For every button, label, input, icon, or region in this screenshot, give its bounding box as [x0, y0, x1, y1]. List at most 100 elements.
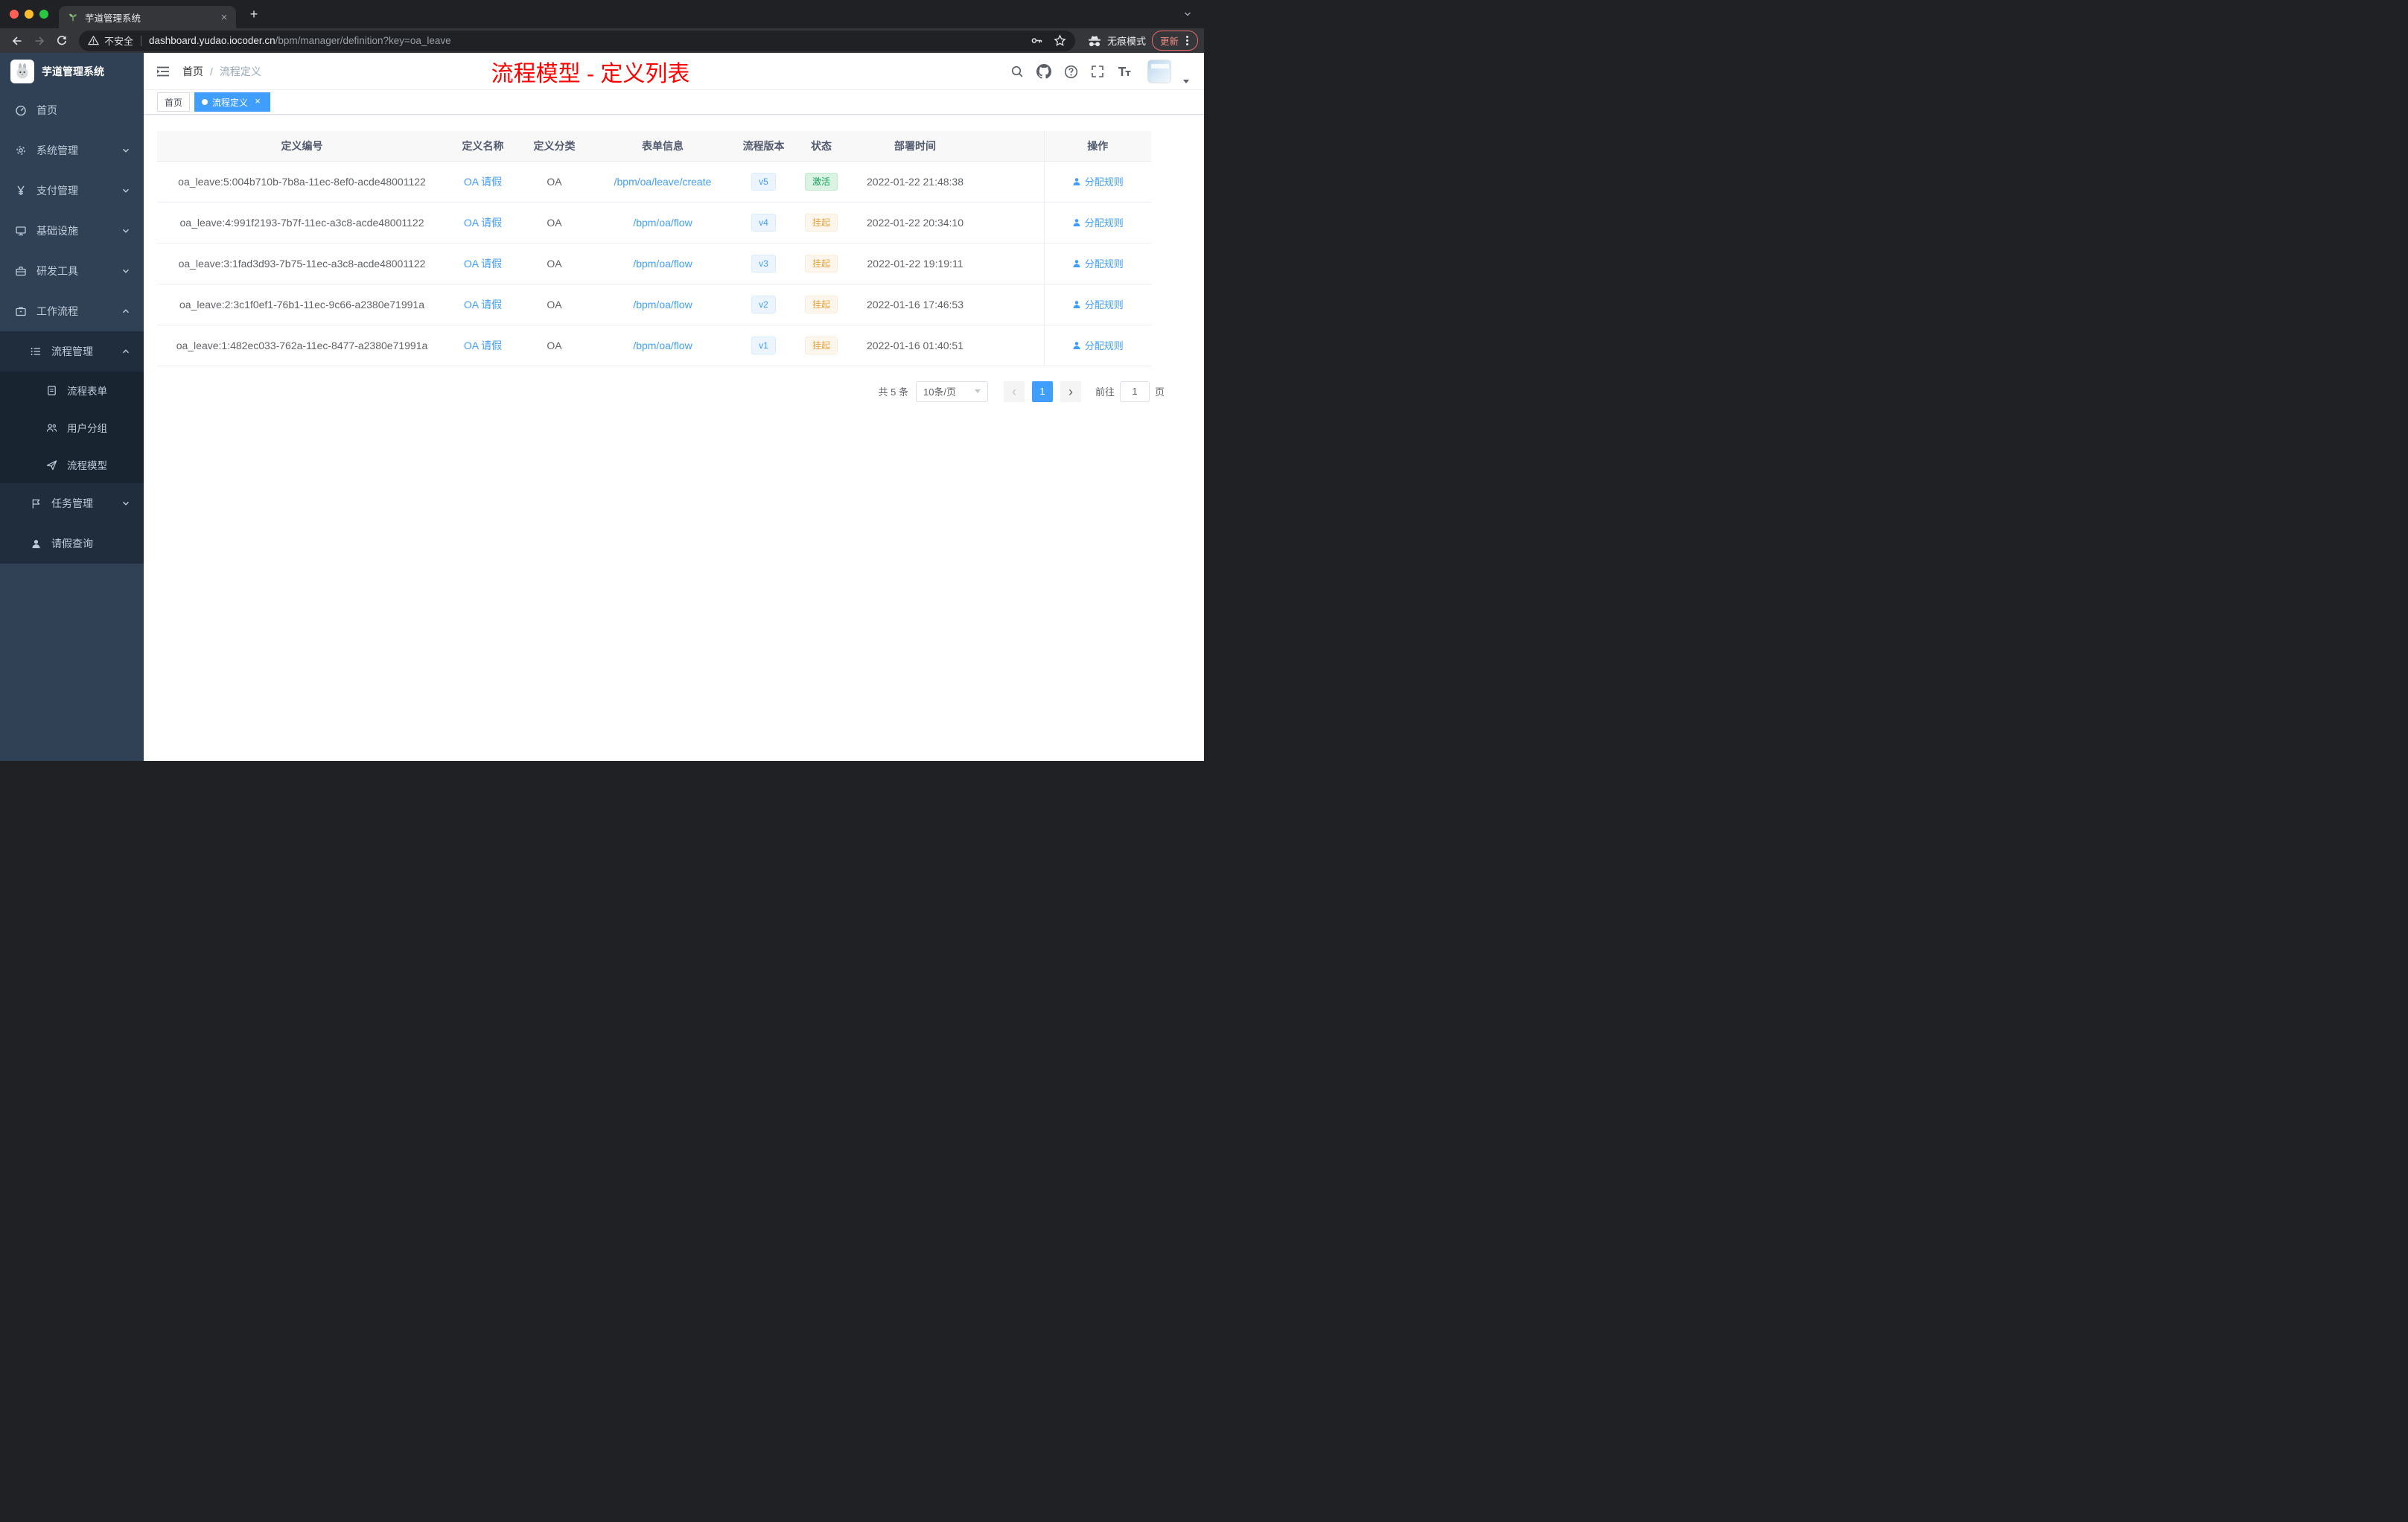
user-avatar[interactable] [1147, 60, 1171, 83]
cell-deploy-time: 2022-01-16 01:40:51 [851, 325, 979, 366]
cell-definition-id: oa_leave:3:1fad3d93-7b75-11ec-a3c8-acde4… [157, 243, 447, 284]
sidebar-item-task-mgmt[interactable]: 任务管理 [0, 483, 144, 523]
sidebar-fold-button[interactable] [156, 65, 171, 78]
person-icon [1073, 341, 1080, 349]
person-icon [1073, 177, 1080, 185]
next-page-button[interactable] [1060, 380, 1081, 402]
browser-menu-icon[interactable] [1186, 39, 1188, 42]
search-icon[interactable] [1009, 63, 1025, 80]
reload-button[interactable] [51, 31, 73, 51]
forward-button[interactable] [28, 31, 51, 51]
form-link[interactable]: /bpm/oa/leave/create [614, 176, 712, 188]
address-bar[interactable]: 不安全 dashboard.yudao.iocoder.cn/bpm/manag… [79, 30, 1075, 51]
definition-name-link[interactable]: OA 请假 [464, 299, 502, 311]
sidebar-logo-row[interactable]: 芋道管理系统 [0, 53, 144, 90]
page-number-button[interactable]: 1 [1031, 380, 1053, 402]
col-header-category: 定义分类 [519, 131, 590, 162]
status-badge: 挂起 [804, 254, 838, 273]
definition-name-link[interactable]: OA 请假 [464, 176, 502, 188]
window-minimize-button[interactable] [25, 10, 34, 19]
sidebar-item-process-mgmt[interactable]: 流程管理 [0, 331, 144, 372]
status-badge: 挂起 [804, 295, 838, 313]
form-link[interactable]: /bpm/oa/flow [633, 299, 692, 311]
breadcrumb-home[interactable]: 首页 [182, 64, 203, 79]
definition-name-link[interactable]: OA 请假 [464, 258, 502, 270]
github-icon[interactable] [1036, 63, 1052, 80]
avatar-caret-icon[interactable] [1183, 79, 1189, 83]
form-link[interactable]: /bpm/oa/flow [633, 258, 692, 270]
yen-icon [15, 185, 27, 197]
cell-category: OA [519, 325, 590, 366]
chevron-down-icon [121, 499, 130, 508]
assign-rule-link[interactable]: 分配规则 [1072, 338, 1124, 352]
col-header-name: 定义名称 [447, 131, 519, 162]
sidebar-item-user-group[interactable]: 用户分组 [0, 409, 144, 446]
assign-rule-link[interactable]: 分配规则 [1072, 256, 1124, 270]
cell-definition-id: oa_leave:1:482ec033-762a-11ec-8477-a2380… [157, 325, 447, 366]
fullscreen-icon[interactable] [1089, 63, 1106, 80]
cell-category: OA [519, 161, 590, 203]
bookmark-star-icon[interactable] [1054, 34, 1066, 47]
sidebar-item-payment-mgmt[interactable]: 支付管理 [0, 171, 144, 211]
tab-close-icon[interactable] [218, 11, 230, 24]
browser-tab[interactable]: 芋道管理系统 [59, 6, 236, 28]
table-filler-cell [979, 284, 1044, 325]
window-close-button[interactable] [10, 10, 19, 19]
back-button[interactable] [6, 31, 28, 51]
version-tag: v3 [751, 254, 776, 273]
favicon [67, 11, 79, 23]
window-zoom-button[interactable] [39, 10, 48, 19]
version-tag: v4 [751, 213, 776, 232]
status-badge: 挂起 [804, 336, 838, 354]
page-size-select[interactable]: 10条/页 [915, 380, 988, 402]
version-tag: v1 [751, 336, 776, 354]
sidebar-item-label: 研发工具 [36, 265, 78, 277]
main: 首页 流程定义 流程模型 - 定义列表 [144, 53, 1204, 761]
tag-close-icon[interactable] [252, 97, 263, 107]
app: 芋道管理系统 首页 系统管理 支付管理 基础设施 研发工具 工作流程 流程管理 … [0, 53, 1204, 761]
workflow-submenu: 流程管理 流程表单 用户分组 流程模型 任务管理 请假查询 [0, 331, 144, 564]
chevron-up-icon [121, 307, 130, 316]
new-tab-button[interactable] [243, 7, 264, 22]
sidebar-item-system-mgmt[interactable]: 系统管理 [0, 130, 144, 171]
assign-rule-link[interactable]: 分配规则 [1072, 215, 1124, 229]
password-key-icon[interactable] [1031, 34, 1043, 47]
goto-page-input[interactable] [1119, 380, 1150, 402]
sidebar-item-home[interactable]: 首页 [0, 90, 144, 130]
person-icon [1073, 218, 1080, 226]
help-icon[interactable] [1063, 63, 1079, 80]
sidebar-item-label: 流程模型 [67, 460, 107, 471]
definition-table: 定义编号 定义名称 定义分类 表单信息 流程版本 状态 部署时间 操作 oa_l… [157, 131, 1151, 366]
col-header-deploy-time: 部署时间 [851, 131, 979, 162]
sidebar-item-process-form[interactable]: 流程表单 [0, 372, 144, 409]
tag-process-definition[interactable]: 流程定义 [194, 92, 271, 112]
definition-name-link[interactable]: OA 请假 [464, 340, 502, 351]
version-tag: v5 [751, 172, 776, 191]
browser-tabstrip: 芋道管理系统 [0, 0, 1204, 28]
form-link[interactable]: /bpm/oa/flow [633, 217, 692, 229]
form-link[interactable]: /bpm/oa/flow [633, 340, 692, 351]
prev-page-button[interactable] [1003, 380, 1025, 402]
col-header-id: 定义编号 [157, 131, 447, 162]
incognito-badge: 无痕模式 [1087, 34, 1146, 48]
sidebar: 芋道管理系统 首页 系统管理 支付管理 基础设施 研发工具 工作流程 流程管理 … [0, 53, 144, 761]
tab-search-caret-icon[interactable] [1183, 10, 1192, 19]
sidebar-item-leave-query[interactable]: 请假查询 [0, 523, 144, 564]
sidebar-item-workflow[interactable]: 工作流程 [0, 291, 144, 331]
cell-definition-id: oa_leave:4:991f2193-7b7f-11ec-a3c8-acde4… [157, 202, 447, 243]
assign-rule-link[interactable]: 分配规则 [1072, 174, 1124, 188]
page-title: 流程模型 - 定义列表 [491, 61, 690, 86]
definition-name-link[interactable]: OA 请假 [464, 217, 502, 229]
cell-category: OA [519, 202, 590, 243]
sidebar-item-infrastructure[interactable]: 基础设施 [0, 211, 144, 251]
font-size-icon[interactable] [1116, 63, 1133, 80]
update-button[interactable]: 更新 [1151, 31, 1198, 51]
main-header: 首页 流程定义 流程模型 - 定义列表 [144, 53, 1204, 90]
assign-rule-link[interactable]: 分配规则 [1072, 297, 1124, 311]
sidebar-item-devtools[interactable]: 研发工具 [0, 251, 144, 291]
sidebar-item-process-model[interactable]: 流程模型 [0, 446, 144, 483]
tag-home[interactable]: 首页 [157, 92, 191, 112]
table-header-row: 定义编号 定义名称 定义分类 表单信息 流程版本 状态 部署时间 操作 [157, 131, 1151, 162]
security-chip[interactable]: 不安全 [88, 34, 133, 48]
browser-toolbar: 不安全 dashboard.yudao.iocoder.cn/bpm/manag… [0, 28, 1204, 53]
